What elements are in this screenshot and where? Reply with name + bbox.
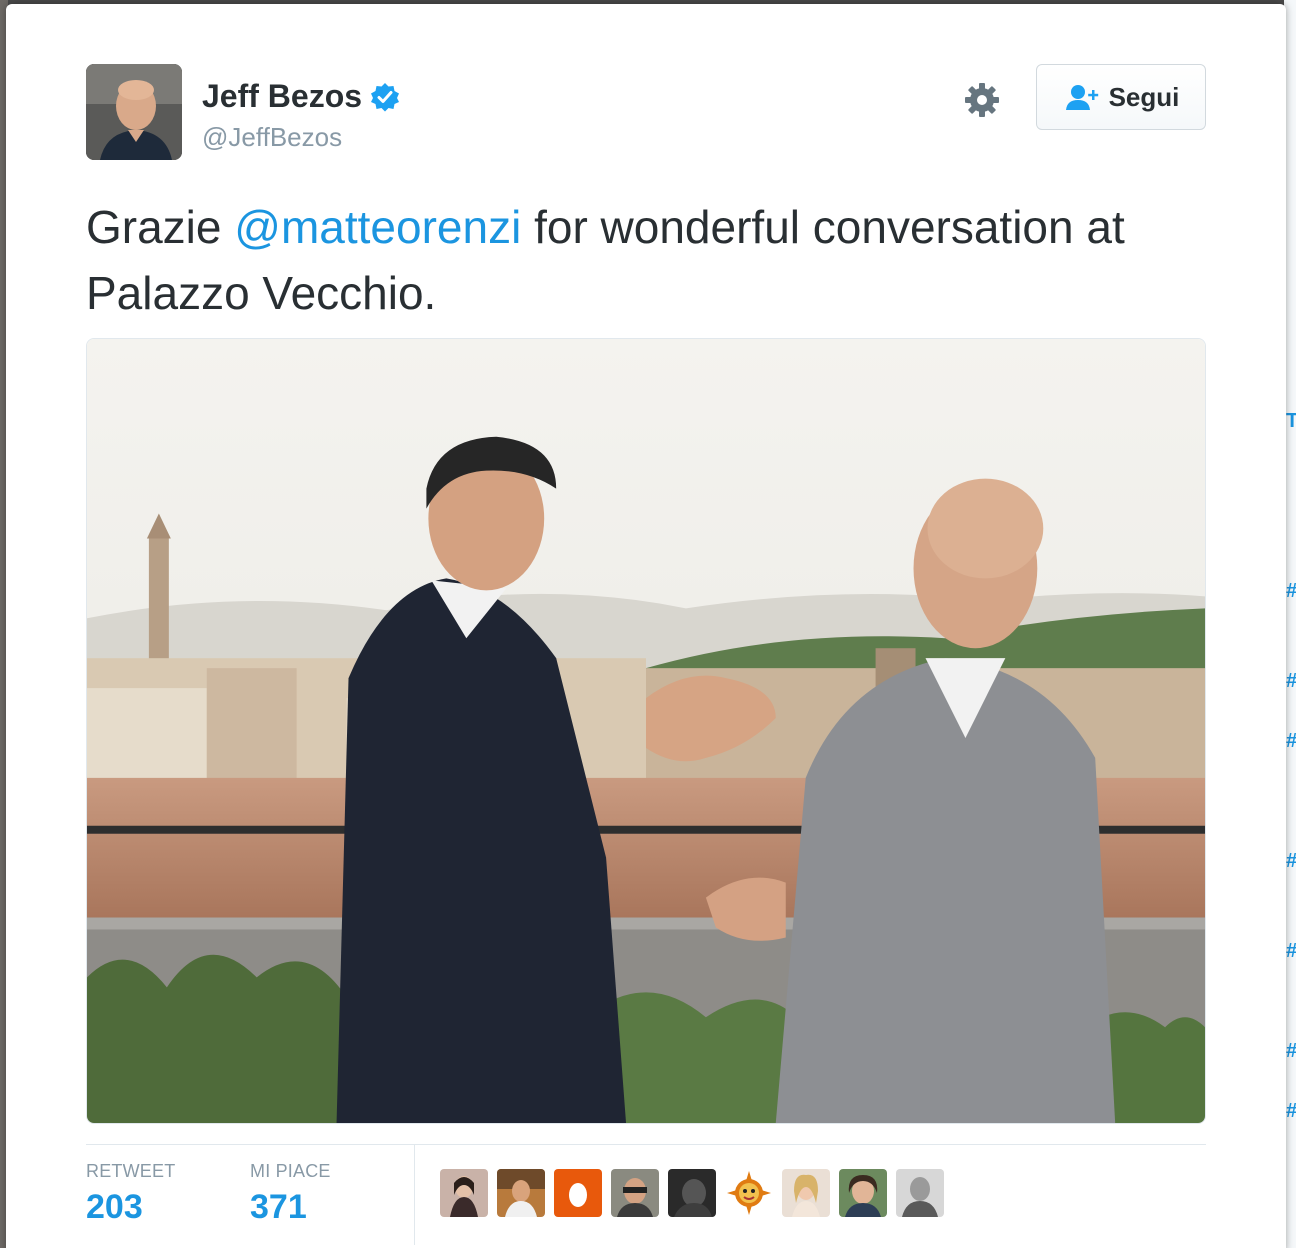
retweet-count: 203 <box>86 1188 143 1226</box>
liker-avatar[interactable] <box>839 1169 887 1217</box>
retweet-label: RETWEET <box>86 1161 176 1181</box>
author-name-row: Jeff Bezos <box>202 78 400 115</box>
tweet-card: Jeff Bezos @JeffBezos Segui Grazie @matt… <box>6 4 1286 1248</box>
author-avatar[interactable] <box>86 64 182 160</box>
liker-avatars <box>440 1169 953 1217</box>
liker-avatar[interactable] <box>782 1169 830 1217</box>
verified-badge-icon <box>371 82 400 111</box>
liker-avatar[interactable] <box>896 1169 944 1217</box>
likes-count: 371 <box>250 1188 307 1226</box>
liker-avatar[interactable] <box>497 1169 545 1217</box>
author-handle[interactable]: @JeffBezos <box>202 122 342 153</box>
liker-avatar[interactable] <box>440 1169 488 1217</box>
follow-person-plus-icon <box>1065 85 1098 110</box>
tweet-photo[interactable] <box>86 338 1206 1124</box>
stats-divider <box>414 1145 415 1245</box>
mention-link[interactable]: @matteorenzi <box>234 201 521 253</box>
gear-icon[interactable] <box>962 80 1002 120</box>
liker-avatar[interactable] <box>725 1169 773 1217</box>
likes-label: MI PIACE <box>250 1161 331 1181</box>
author-name[interactable]: Jeff Bezos <box>202 78 362 115</box>
follow-button[interactable]: Segui <box>1036 64 1206 130</box>
liker-avatar[interactable] <box>554 1169 602 1217</box>
liker-avatar[interactable] <box>668 1169 716 1217</box>
tweet-text: Grazie @matteorenzi for wonderful conver… <box>86 194 1206 326</box>
tweet-text-start: Grazie <box>86 201 235 253</box>
tweet-stats: RETWEET 203 MI PIACE 371 <box>86 1144 1206 1248</box>
retweet-stat[interactable]: RETWEET 203 <box>86 1161 175 1227</box>
likes-stat[interactable]: MI PIACE 371 <box>250 1161 331 1227</box>
liker-avatar[interactable] <box>611 1169 659 1217</box>
follow-button-label: Segui <box>1108 81 1180 112</box>
